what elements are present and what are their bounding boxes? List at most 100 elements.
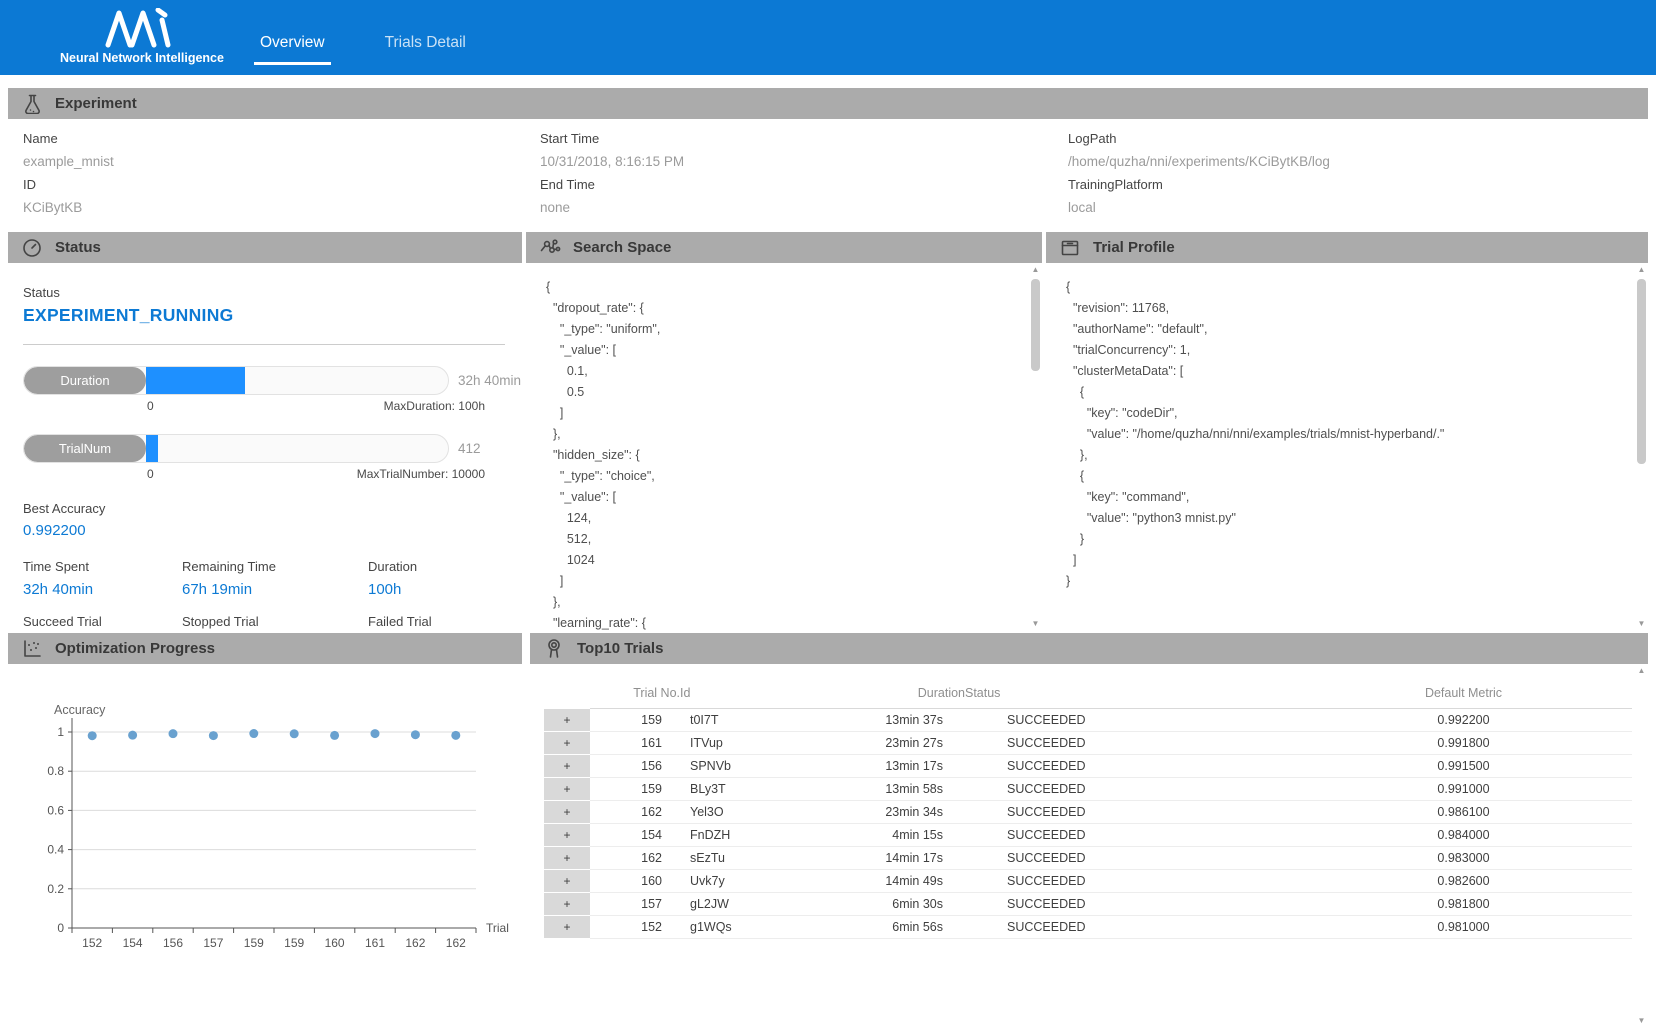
- table-row: +162sEzTu14min 17sSUCCEEDED0.983000: [544, 847, 1632, 870]
- scroll-down-icon[interactable]: ▼: [1635, 619, 1648, 628]
- status-title: Status: [55, 239, 101, 256]
- top10-section-header: Top10 Trials: [530, 633, 1648, 664]
- cell-duration: 23min 27s: [830, 732, 965, 755]
- scatter-point: [330, 731, 339, 740]
- scatter-point: [249, 729, 258, 738]
- field-value-id: KCiBytKB: [23, 196, 540, 219]
- expand-row-button[interactable]: +: [544, 824, 590, 847]
- cell-status: SUCCEEDED: [965, 755, 1295, 778]
- cell-status: SUCCEEDED: [965, 870, 1295, 893]
- cell-default-metric: 0.983000: [1295, 847, 1632, 870]
- cell-duration: 13min 58s: [830, 778, 965, 801]
- table-row: +161ITVup23min 27sSUCCEEDED0.991800: [544, 732, 1632, 755]
- table-row: +157gL2JW6min 30sSUCCEEDED0.981800: [544, 893, 1632, 916]
- col-expand-header: [544, 680, 590, 709]
- table-row: +154FnDZH4min 15sSUCCEEDED0.984000: [544, 824, 1632, 847]
- logo-title: Neural Network Intelligence: [60, 51, 224, 65]
- scroll-down-icon[interactable]: ▼: [1029, 619, 1042, 628]
- expand-row-button[interactable]: +: [544, 732, 590, 755]
- svg-text:157: 157: [203, 936, 223, 950]
- scatter-point: [451, 731, 460, 740]
- search-space-scrollbar[interactable]: ▲ ▼: [1029, 265, 1042, 628]
- cell-duration: 14min 49s: [830, 870, 965, 893]
- scroll-up-icon[interactable]: ▲: [1635, 265, 1648, 274]
- expand-row-button[interactable]: +: [544, 916, 590, 939]
- trial-profile-section-header: Trial Profile: [1046, 232, 1648, 263]
- col-trial-no: Trial No.: [590, 680, 680, 709]
- svg-text:159: 159: [284, 936, 304, 950]
- search-space-title: Search Space: [573, 239, 671, 256]
- cell-trial-no: 159: [590, 778, 680, 801]
- cell-trial-no: 161: [590, 732, 680, 755]
- svg-text:162: 162: [446, 936, 466, 950]
- top10-trials-table: Trial No. Id Duration Status Default Met…: [544, 680, 1632, 939]
- cell-id: ITVup: [680, 732, 830, 755]
- cell-duration: 23min 34s: [830, 801, 965, 824]
- field-label-training-platform: TrainingPlatform: [1068, 173, 1648, 196]
- table-row: +156SPNVb13min 17sSUCCEEDED0.991500: [544, 755, 1632, 778]
- scatter-point: [290, 729, 299, 738]
- expand-row-button[interactable]: +: [544, 801, 590, 824]
- top10-scrollbar[interactable]: ▲ ▼: [1635, 666, 1648, 1025]
- col-default-metric: Default Metric: [1295, 680, 1632, 709]
- duration-bar-fill: [146, 367, 245, 394]
- field-value-name: example_mnist: [23, 150, 540, 173]
- stat-succeed-trial: Succeed Trial 403: [23, 614, 182, 630]
- tab-overview[interactable]: Overview: [254, 30, 331, 65]
- expand-row-button[interactable]: +: [544, 870, 590, 893]
- svg-text:160: 160: [325, 936, 345, 950]
- stat-duration: Duration 100h: [368, 559, 522, 598]
- field-label-name: Name: [23, 127, 540, 150]
- scroll-up-icon[interactable]: ▲: [1029, 265, 1042, 274]
- best-accuracy-label: Best Accuracy: [23, 501, 522, 516]
- experiment-title: Experiment: [55, 95, 137, 112]
- optimization-section-header: Optimization Progress: [8, 633, 522, 664]
- duration-min: 0: [147, 399, 154, 413]
- cell-default-metric: 0.981000: [1295, 916, 1632, 939]
- trial-profile-json[interactable]: { "revision": 11768, "authorName": "defa…: [1046, 263, 1634, 630]
- trial-profile-panel: Trial Profile { "revision": 11768, "auth…: [1046, 232, 1648, 630]
- duration-max: MaxDuration: 100h: [384, 399, 485, 413]
- expand-row-button[interactable]: +: [544, 709, 590, 732]
- scroll-up-icon[interactable]: ▲: [1635, 666, 1648, 675]
- cell-trial-no: 154: [590, 824, 680, 847]
- duration-value: 32h 40min: [458, 373, 521, 388]
- expand-row-button[interactable]: +: [544, 778, 590, 801]
- col-id: Id: [680, 680, 830, 709]
- experiment-details: Name example_mnist ID KCiBytKB Start Tim…: [8, 119, 1648, 232]
- status-stats: Time Spent 32h 40min Remaining Time 67h …: [23, 559, 522, 630]
- tab-trials-detail[interactable]: Trials Detail: [379, 30, 472, 65]
- divider: [23, 344, 505, 345]
- cell-id: t0I7T: [680, 709, 830, 732]
- trial-profile-scrollbar[interactable]: ▲ ▼: [1635, 265, 1648, 628]
- cell-default-metric: 0.982600: [1295, 870, 1632, 893]
- scroll-down-icon[interactable]: ▼: [1635, 1016, 1648, 1025]
- trialnum-max: MaxTrialNumber: 10000: [357, 467, 485, 481]
- cell-trial-no: 159: [590, 709, 680, 732]
- scrollbar-thumb[interactable]: [1637, 279, 1646, 464]
- scatter-point: [371, 729, 380, 738]
- scrollbar-thumb[interactable]: [1031, 279, 1040, 371]
- field-value-training-platform: local: [1068, 196, 1648, 219]
- expand-row-button[interactable]: +: [544, 847, 590, 870]
- search-space-json[interactable]: { "dropout_rate": { "_type": "uniform", …: [526, 263, 1028, 630]
- nav-tabs: Overview Trials Detail: [254, 30, 520, 65]
- svg-text:1: 1: [57, 725, 64, 739]
- scatter-point: [88, 731, 97, 740]
- expand-row-button[interactable]: +: [544, 893, 590, 916]
- cell-id: gL2JW: [680, 893, 830, 916]
- table-header-row: Trial No. Id Duration Status Default Met…: [544, 680, 1632, 709]
- scatter-point: [128, 731, 137, 740]
- medal-icon: [543, 638, 565, 660]
- svg-text:152: 152: [82, 936, 102, 950]
- stat-time-spent: Time Spent 32h 40min: [23, 559, 182, 598]
- search-space-json-text: { "dropout_rate": { "_type": "uniform", …: [546, 277, 1022, 630]
- cell-id: FnDZH: [680, 824, 830, 847]
- experiment-section-header: Experiment: [8, 88, 1648, 119]
- cell-trial-no: 162: [590, 847, 680, 870]
- expand-row-button[interactable]: +: [544, 755, 590, 778]
- cell-default-metric: 0.991800: [1295, 732, 1632, 755]
- cell-default-metric: 0.986100: [1295, 801, 1632, 824]
- experiment-status-value: EXPERIMENT_RUNNING: [23, 305, 522, 326]
- cell-default-metric: 0.981800: [1295, 893, 1632, 916]
